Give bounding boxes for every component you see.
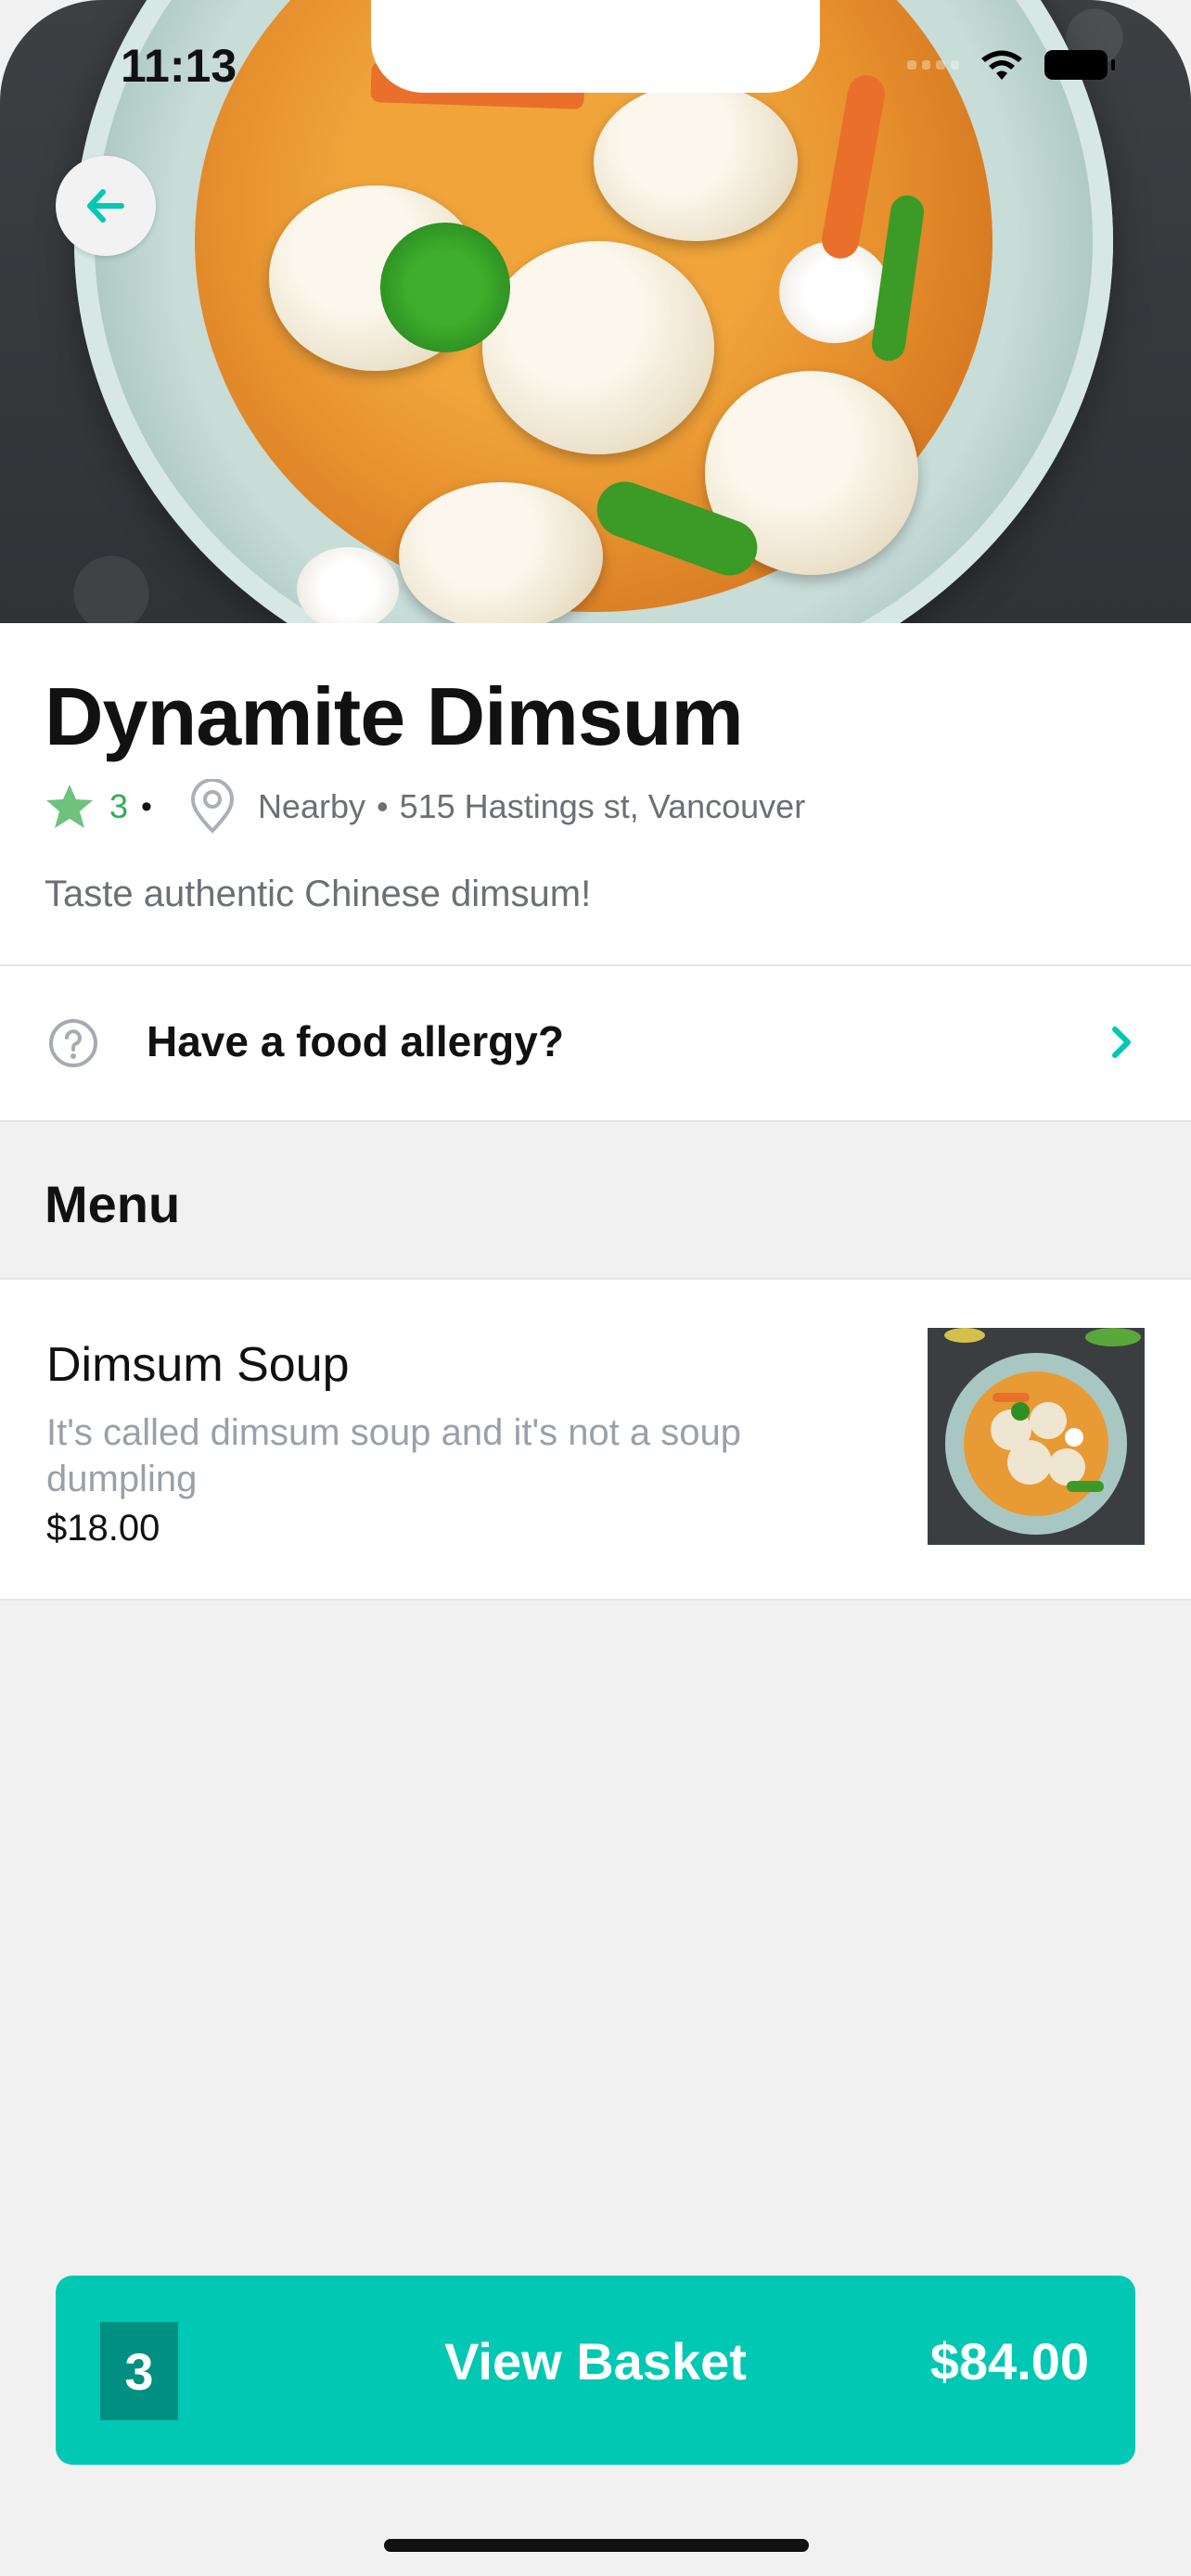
home-indicator[interactable] <box>384 2539 809 2552</box>
device-notch <box>371 0 820 93</box>
view-basket-button[interactable]: 3 View Basket $84.00 <box>56 2276 1135 2465</box>
food-allergy-row[interactable]: Have a food allergy? <box>0 966 1191 1122</box>
menu-item-price: $18.00 <box>46 1508 160 1549</box>
restaurant-description: Taste authentic Chinese dimsum! <box>45 874 592 914</box>
chevron-right-icon <box>1112 1027 1131 1058</box>
question-circle-icon <box>49 1019 97 1067</box>
status-icons <box>907 46 1115 83</box>
restaurant-meta: 3 • Nearby • 515 Hastings st, Vancouver <box>45 779 805 835</box>
basket-total: $84.00 <box>929 2332 1089 2391</box>
star-icon <box>46 784 93 828</box>
app-screen: 11:13 Dynamite Dimsum 3 • Nearby • 515 H… <box>0 0 1191 2576</box>
battery-icon <box>1044 50 1115 80</box>
separator-dot: • <box>377 787 389 825</box>
cellular-signal-icon <box>907 59 959 70</box>
status-bar: 11:13 <box>0 0 1191 102</box>
separator-dot: • <box>141 788 152 824</box>
restaurant-info: Dynamite Dimsum 3 • Nearby • 515 Hasting… <box>0 623 1191 966</box>
location-pin-icon <box>187 779 237 835</box>
menu-item[interactable]: Dimsum Soup It's called dimsum soup and … <box>0 1278 1191 1600</box>
food-allergy-label: Have a food allergy? <box>147 1017 564 1065</box>
address-text: 515 Hastings st, Vancouver <box>399 787 806 825</box>
menu-item-name: Dimsum Soup <box>46 1338 350 1392</box>
menu-heading: Menu <box>45 1175 181 1233</box>
menu-item-image <box>928 1328 1145 1545</box>
menu-item-description: It's called dimsum soup and it's not a s… <box>46 1412 742 1499</box>
restaurant-name: Dynamite Dimsum <box>45 670 744 762</box>
rating-value: 3 <box>109 787 129 825</box>
wifi-icon <box>981 50 1022 80</box>
distance-text: Nearby <box>257 787 365 825</box>
back-arrow-icon <box>87 189 124 223</box>
status-time: 11:13 <box>121 40 237 92</box>
back-button[interactable] <box>56 156 156 256</box>
